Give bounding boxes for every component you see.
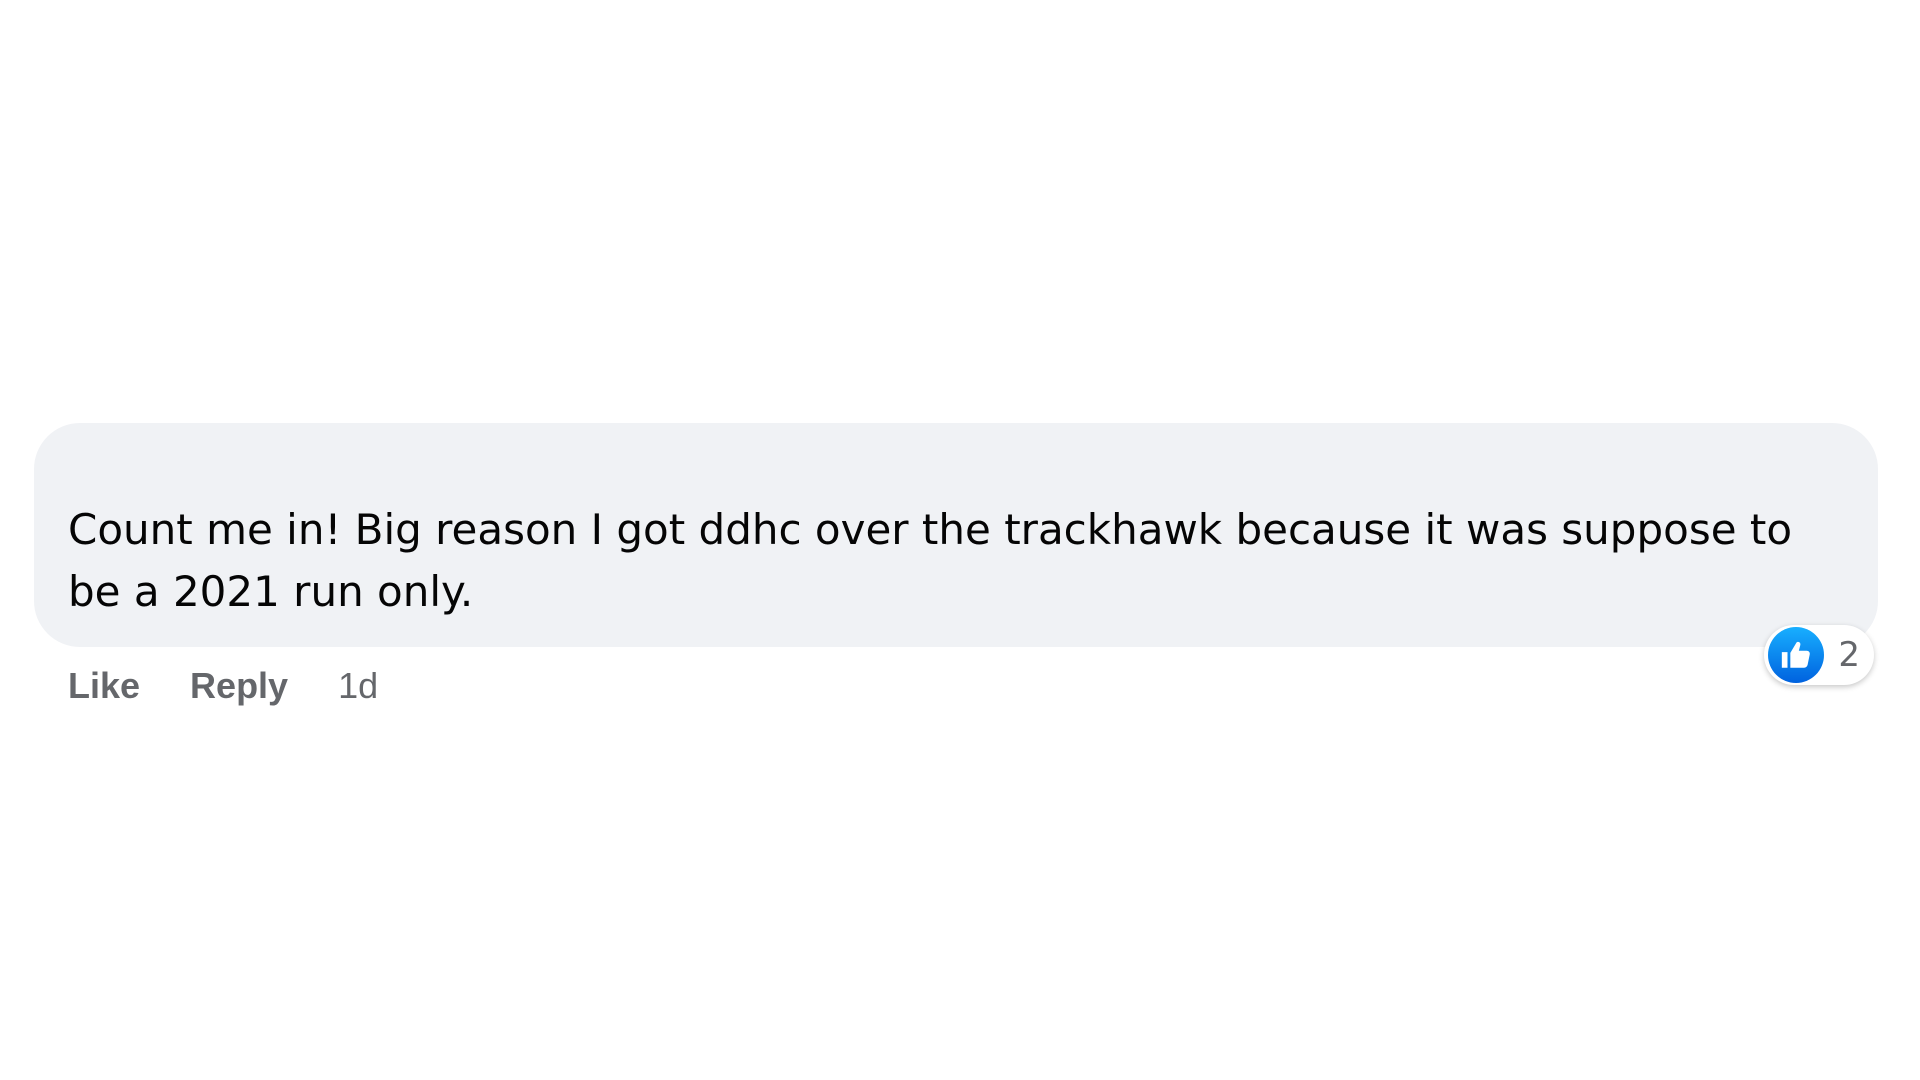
reaction-count: 2	[1838, 635, 1860, 675]
thumbs-up-icon	[1768, 627, 1825, 683]
comment-text: Count me in! Big reason I got ddhc over …	[68, 505, 1793, 616]
comment-timestamp[interactable]: 1d	[338, 661, 378, 711]
comment-actions: Like Reply 1d	[34, 661, 1878, 711]
comment-bubble: Count me in! Big reason I got ddhc over …	[34, 423, 1878, 685]
comment: Count me in! Big reason I got ddhc over …	[34, 423, 1878, 711]
like-button[interactable]: Like	[68, 661, 140, 711]
reply-button[interactable]: Reply	[190, 661, 288, 711]
reaction-summary[interactable]: 2	[1764, 625, 1874, 685]
